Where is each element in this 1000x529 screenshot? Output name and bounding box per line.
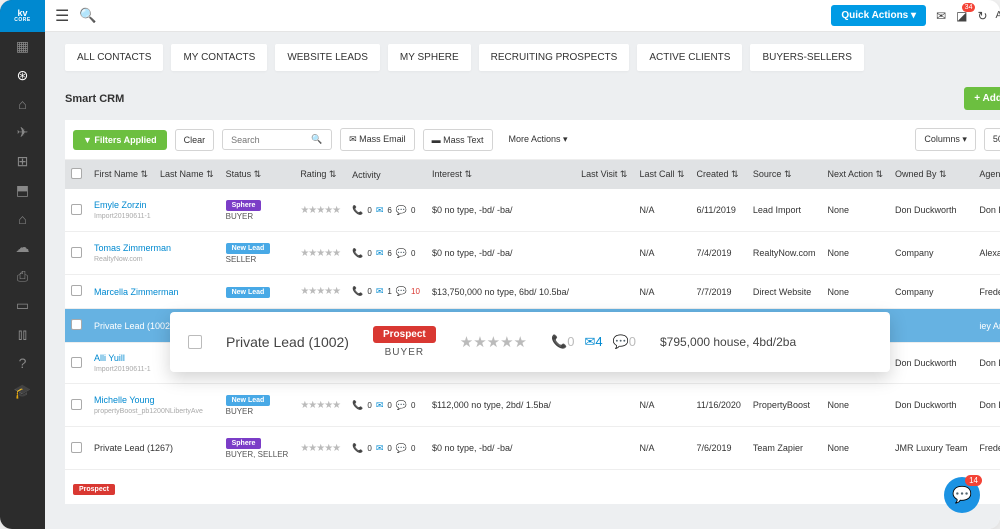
col-activity[interactable]: Activity bbox=[346, 160, 426, 189]
col-next-action[interactable]: Next Action ⇅ bbox=[821, 160, 889, 189]
hover-lead-name: Private Lead (1002) bbox=[226, 334, 349, 350]
contact-tabs: ALL CONTACTS MY CONTACTS WEBSITE LEADS M… bbox=[45, 32, 1000, 83]
col-interest[interactable]: Interest ⇅ bbox=[426, 160, 575, 189]
hover-mail-icon: ✉4 bbox=[584, 334, 602, 350]
mass-email-button[interactable]: ✉ Mass Email bbox=[340, 128, 415, 151]
hover-checkbox[interactable] bbox=[188, 335, 202, 349]
col-agent[interactable]: Agent ⇅ bbox=[973, 160, 1000, 189]
hover-interest: $795,000 house, 4bd/2ba bbox=[660, 335, 796, 349]
search-input-wrap[interactable]: 🔍 bbox=[222, 129, 332, 150]
lead-hover-card: Private Lead (1002) Prospect BUYER ★★★★★… bbox=[170, 312, 890, 372]
topbar: ☰ 🔍 Quick Actions ▾ ✉ ◪34 ↻ ADMIN Don ▾ bbox=[45, 0, 1000, 32]
nav-paper-plane-icon[interactable]: ✈ bbox=[17, 124, 29, 141]
row-checkbox[interactable] bbox=[71, 204, 82, 215]
col-owned-by[interactable]: Owned By ⇅ bbox=[889, 160, 973, 189]
main-content: ☰ 🔍 Quick Actions ▾ ✉ ◪34 ↻ ADMIN Don ▾ … bbox=[45, 0, 1000, 529]
nav-window-icon[interactable]: ▭ bbox=[16, 297, 29, 314]
row-checkbox[interactable] bbox=[71, 285, 82, 296]
col-last-name[interactable]: Last Name ⇅ bbox=[154, 160, 220, 189]
tab-active-clients[interactable]: ACTIVE CLIENTS bbox=[637, 44, 742, 71]
clear-button[interactable]: Clear bbox=[175, 129, 215, 151]
nav-help-icon[interactable]: ? bbox=[19, 355, 27, 371]
hover-phone-icon: 📞0 bbox=[551, 334, 574, 350]
col-last-visit[interactable]: Last Visit ⇅ bbox=[575, 160, 633, 189]
hover-rating: ★★★★★ bbox=[460, 333, 527, 351]
columns-button[interactable]: Columns ▾ bbox=[915, 128, 976, 151]
row-checkbox[interactable] bbox=[71, 247, 82, 258]
inbox-icon[interactable]: ◪34 bbox=[956, 9, 967, 23]
row-checkbox[interactable] bbox=[71, 442, 82, 453]
table-row[interactable]: Private Lead (1267) SphereBUYER, SELLER … bbox=[65, 427, 1000, 470]
table-header-row: First Name ⇅ Last Name ⇅ Status ⇅ Rating… bbox=[65, 160, 1000, 189]
sidebar: kvCORE ▦ ⊛ ⌂ ✈ ⊞ ⬒ ⌂ ☁ ⎙ ▭ ⫾⫾ ? 🎓 bbox=[0, 0, 45, 529]
hover-comment-icon: 💬0 bbox=[613, 334, 636, 350]
nav-calendar-icon[interactable]: ⊞ bbox=[17, 153, 29, 170]
row-checkbox[interactable] bbox=[71, 399, 82, 410]
history-icon[interactable]: ↻ bbox=[977, 9, 987, 23]
nav-dashboard-icon[interactable]: ▦ bbox=[16, 38, 29, 55]
nav-chart-icon[interactable]: ⫾⫾ bbox=[18, 326, 27, 343]
filters-applied-button[interactable]: ▼ Filters Applied bbox=[73, 130, 167, 150]
nav-home-icon[interactable]: ⌂ bbox=[18, 96, 26, 112]
nav-store-icon[interactable]: ⌂ bbox=[18, 211, 26, 227]
mail-icon[interactable]: ✉ bbox=[936, 9, 946, 23]
tab-my-contacts[interactable]: MY CONTACTS bbox=[171, 44, 267, 71]
rows-button[interactable]: 50 Rows ▾ bbox=[984, 128, 1000, 151]
col-last-call[interactable]: Last Call ⇅ bbox=[633, 160, 690, 189]
table-row[interactable]: Michelle YoungpropertyBoost_pb1200NLiber… bbox=[65, 384, 1000, 427]
tab-all-contacts[interactable]: ALL CONTACTS bbox=[65, 44, 163, 71]
col-checkbox[interactable] bbox=[65, 160, 88, 189]
logo: kvCORE bbox=[0, 0, 45, 32]
nav-cloud-icon[interactable]: ☁ bbox=[16, 239, 30, 256]
add-contact-button[interactable]: + Add Contact bbox=[964, 87, 1000, 110]
col-source[interactable]: Source ⇅ bbox=[747, 160, 822, 189]
prospect-badge-extra: Prospect bbox=[73, 484, 115, 495]
table-row[interactable]: Marcella Zimmerman New Lead ★★★★★ 📞0 ✉1 … bbox=[65, 275, 1000, 309]
search-icon[interactable]: 🔍 bbox=[79, 7, 96, 24]
tab-my-sphere[interactable]: MY SPHERE bbox=[388, 44, 471, 71]
search-input[interactable] bbox=[231, 135, 311, 145]
menu-toggle-icon[interactable]: ☰ bbox=[55, 6, 69, 26]
row-checkbox[interactable] bbox=[71, 357, 82, 368]
tab-website-leads[interactable]: WEBSITE LEADS bbox=[275, 44, 380, 71]
nav-share-icon[interactable]: ⊛ bbox=[17, 67, 29, 84]
nav-print-icon[interactable]: ⎙ bbox=[17, 268, 28, 285]
toolbar: ▼ Filters Applied Clear 🔍 ✉ Mass Email ▬… bbox=[65, 120, 1000, 160]
tab-buyers-sellers[interactable]: BUYERS-SELLERS bbox=[750, 44, 863, 71]
col-created[interactable]: Created ⇅ bbox=[691, 160, 747, 189]
hover-role: BUYER bbox=[385, 347, 424, 358]
mass-text-button[interactable]: ▬ Mass Text bbox=[423, 129, 493, 151]
admin-label: ADMIN bbox=[996, 10, 1000, 21]
nav-grad-icon[interactable]: 🎓 bbox=[14, 383, 31, 400]
page-title: Smart CRM bbox=[65, 93, 124, 105]
hover-status-badge: Prospect bbox=[373, 326, 436, 343]
chat-badge: 14 bbox=[965, 475, 982, 486]
nav-door-icon[interactable]: ⬒ bbox=[16, 182, 29, 199]
col-rating[interactable]: Rating ⇅ bbox=[294, 160, 346, 189]
quick-actions-button[interactable]: Quick Actions ▾ bbox=[831, 5, 926, 26]
chat-bubble-button[interactable]: 💬14 bbox=[944, 477, 980, 513]
tab-recruiting-prospects[interactable]: RECRUITING PROSPECTS bbox=[479, 44, 630, 71]
more-actions-button[interactable]: More Actions ▾ bbox=[501, 129, 576, 150]
col-status[interactable]: Status ⇅ bbox=[220, 160, 295, 189]
table-row[interactable]: Tomas ZimmermanRealtyNow.com New LeadSEL… bbox=[65, 232, 1000, 275]
col-first-name[interactable]: First Name ⇅ bbox=[88, 160, 154, 189]
table-row[interactable]: Emyle ZorzinImport20190611-1 SphereBUYER… bbox=[65, 189, 1000, 232]
